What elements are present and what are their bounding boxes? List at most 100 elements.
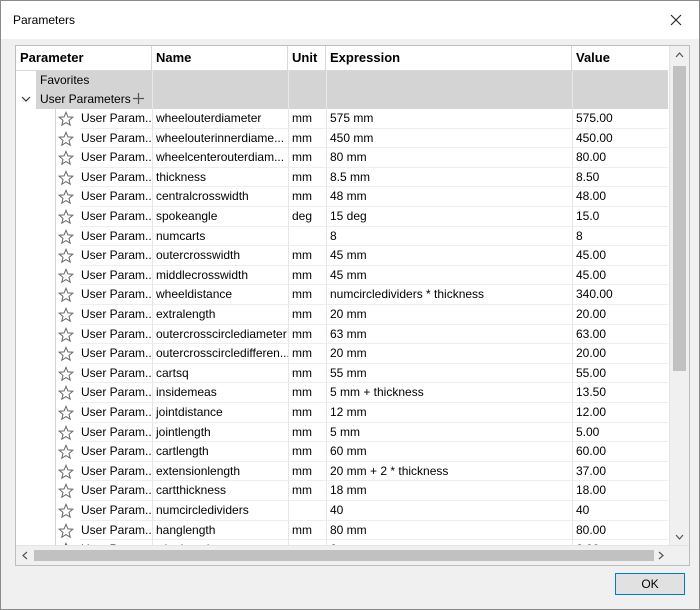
favorite-star-icon[interactable] [57, 189, 75, 205]
cell-name[interactable]: middlecrosswidth [152, 265, 288, 286]
table-row[interactable]: User Param... wheelouterinnerdiame... mm 45… [16, 128, 668, 149]
cell-name[interactable]: numcircledividers [152, 501, 288, 521]
favorite-star-icon[interactable] [57, 404, 75, 421]
cell-expression[interactable]: 63 mm [326, 324, 572, 345]
cell-name[interactable]: cartlength [152, 442, 288, 462]
vertical-scrollbar[interactable] [669, 46, 689, 546]
chevron-down-icon[interactable] [20, 93, 32, 108]
cell-name[interactable]: centralcrosswidth [152, 187, 288, 207]
add-icon[interactable] [132, 92, 145, 108]
table-row[interactable]: User Param... thickness mm 8.5 mm 8.50 [16, 167, 668, 188]
cell-unit[interactable]: mm [288, 383, 326, 403]
table-row[interactable]: User Param... wheelcenterouterdiam... mm 80… [16, 148, 668, 168]
column-header-value[interactable]: Value [572, 46, 668, 70]
cell-expression[interactable]: 20 mm [326, 305, 572, 325]
cell-name[interactable]: wheelcenterouterdiam... [152, 148, 288, 168]
scroll-down-icon[interactable] [670, 528, 689, 546]
favorite-star-icon[interactable] [57, 483, 75, 499]
cell-unit[interactable]: mm [288, 461, 326, 482]
cell-unit[interactable]: mm [288, 187, 326, 207]
favorite-star-icon[interactable] [57, 169, 75, 186]
column-header-unit[interactable]: Unit [288, 46, 326, 70]
cell-name[interactable]: outercrosscirclediameter [152, 324, 288, 345]
cell-name[interactable]: extensionlength [152, 461, 288, 482]
cell-unit[interactable]: mm [288, 109, 326, 129]
cell-unit[interactable]: mm [288, 246, 326, 266]
column-header-name[interactable]: Name [152, 46, 288, 70]
cell-name[interactable]: thickness [152, 167, 288, 188]
table-row[interactable]: User Param... cartsq mm 55 mm 55.00 [16, 363, 668, 384]
cell-unit[interactable] [288, 501, 326, 521]
cell-expression[interactable]: 40 [326, 501, 572, 521]
cell-expression[interactable]: numcircledividers * thickness [326, 285, 572, 305]
cell-unit[interactable]: mm [288, 363, 326, 384]
table-row[interactable]: User Param... jointdistance mm 12 mm 12.00 [16, 403, 668, 423]
favorite-star-icon[interactable] [57, 150, 75, 166]
cell-expression[interactable]: 55 mm [326, 363, 572, 384]
cell-expression[interactable]: 80 mm [326, 148, 572, 168]
cell-name[interactable]: jointdistance [152, 403, 288, 423]
cell-unit[interactable]: mm [288, 422, 326, 443]
favorite-star-icon[interactable] [57, 522, 75, 539]
table-row[interactable]: User Param... wheeldistance mm numcirclediv… [16, 285, 668, 305]
favorite-star-icon[interactable] [57, 385, 75, 401]
cell-name[interactable]: extralength [152, 305, 288, 325]
favorite-star-icon[interactable] [57, 110, 75, 127]
horizontal-scroll-thumb[interactable] [34, 550, 654, 561]
cell-expression[interactable]: 5 mm [326, 422, 572, 443]
cell-name[interactable]: cartthickness [152, 481, 288, 501]
cell-expression[interactable]: 450 mm [326, 128, 572, 149]
cell-unit[interactable]: mm [288, 167, 326, 188]
favorite-star-icon[interactable] [57, 306, 75, 323]
cell-expression[interactable]: 20 mm [326, 344, 572, 364]
cell-name[interactable]: outercrosscircledifferen... [152, 344, 288, 364]
favorite-star-icon[interactable] [57, 463, 75, 480]
table-row[interactable]: User Param... outercrosscirclediameter mm 6… [16, 324, 668, 345]
favorite-star-icon[interactable] [57, 424, 75, 441]
favorite-star-icon[interactable] [57, 130, 75, 147]
cell-expression[interactable]: 80 mm [326, 520, 572, 541]
table-row[interactable]: User Param... centralcrosswidth mm 48 mm 48.… [16, 187, 668, 207]
cell-expression[interactable]: 18 mm [326, 481, 572, 501]
cell-unit[interactable]: mm [288, 305, 326, 325]
cell-expression[interactable]: 15 deg [326, 207, 572, 227]
cell-unit[interactable] [288, 226, 326, 247]
scroll-left-icon[interactable] [16, 546, 34, 565]
cell-unit[interactable]: mm [288, 285, 326, 305]
favorite-star-icon[interactable] [57, 365, 75, 382]
cell-unit[interactable]: mm [288, 481, 326, 501]
cell-unit[interactable]: mm [288, 265, 326, 286]
cell-unit[interactable]: mm [288, 403, 326, 423]
ok-button[interactable]: OK [615, 573, 685, 595]
table-row[interactable]: User Param... extralength mm 20 mm 20.00 [16, 305, 668, 325]
horizontal-scrollbar[interactable] [16, 545, 689, 565]
cell-expression[interactable]: 45 mm [326, 265, 572, 286]
favorite-star-icon[interactable] [57, 502, 75, 519]
cell-unit[interactable]: mm [288, 148, 326, 168]
cell-expression[interactable]: 45 mm [326, 246, 572, 266]
table-row[interactable]: User Param... middlecrosswidth mm 45 mm 45.0… [16, 265, 668, 286]
group-favorites[interactable]: Favorites [16, 71, 668, 90]
cell-unit[interactable]: mm [288, 344, 326, 364]
cell-name[interactable]: jointlength [152, 422, 288, 443]
scroll-up-icon[interactable] [670, 46, 689, 64]
cell-name[interactable]: cartsq [152, 363, 288, 384]
favorite-star-icon[interactable] [57, 346, 75, 362]
cell-name[interactable]: spokeangle [152, 207, 288, 227]
table-row[interactable]: User Param... insidemeas mm 5 mm + thicknes… [16, 383, 668, 403]
cell-unit[interactable]: mm [288, 520, 326, 541]
group-user-parameters[interactable]: User Parameters [16, 90, 668, 109]
cell-expression[interactable]: 48 mm [326, 187, 572, 207]
cell-unit[interactable]: mm [288, 128, 326, 149]
cell-expression[interactable]: 8.5 mm [326, 167, 572, 188]
cell-name[interactable]: wheelouterinnerdiame... [152, 128, 288, 149]
favorite-star-icon[interactable] [57, 208, 75, 225]
cell-name[interactable]: wheeldistance [152, 285, 288, 305]
table-row[interactable]: User Param... numcarts 8 8 [16, 226, 668, 247]
cell-name[interactable]: hanglength [152, 520, 288, 541]
cell-name[interactable]: insidemeas [152, 383, 288, 403]
cell-name[interactable]: outercrosswidth [152, 246, 288, 266]
favorite-star-icon[interactable] [57, 267, 75, 284]
table-row[interactable]: User Param... numcircledividers 40 40 [16, 501, 668, 521]
table-row[interactable]: User Param... spokeangle deg 15 deg 15.0 [16, 207, 668, 227]
